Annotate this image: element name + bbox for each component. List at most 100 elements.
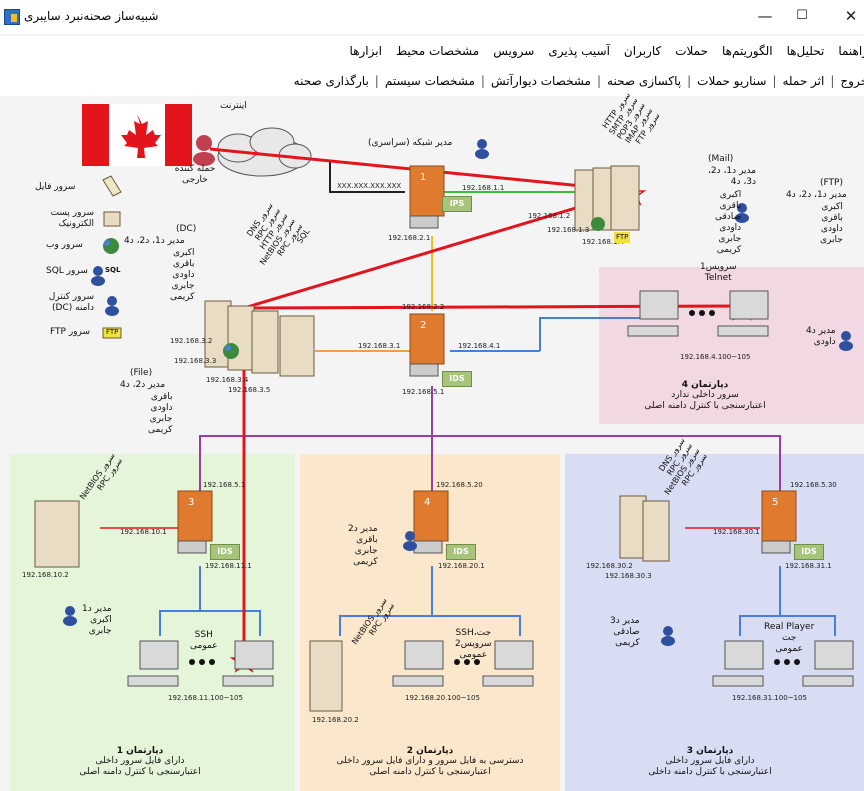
menu-main-item-3[interactable]: آسیب پذیری: [548, 44, 610, 58]
menu-main-item-1[interactable]: مشخصات محیط: [396, 44, 479, 58]
file-admins: مدیر د2، د4: [120, 380, 166, 390]
router5-ids-badge: IDS: [794, 544, 824, 560]
window-title: شبیه‌ساز صحنه‌نبرد سایبری: [24, 9, 159, 23]
external-ip: XXX.XXX.XXX.XXX: [337, 182, 402, 190]
menu-secondary-item-6[interactable]: خروج: [840, 74, 864, 88]
file-users: باقری داودی جابری کریمی: [148, 392, 173, 435]
dept2-ip-range: 192.168.20.100~105: [405, 694, 480, 702]
router2-ids-badge: IDS: [442, 371, 472, 387]
router2-number: 2: [420, 320, 427, 331]
router5-ip-bottom: 192.168.31.1: [785, 562, 832, 570]
dept3-desc2: اعتبارسنجی با کنترل دامنه داخلی: [648, 767, 772, 777]
dept2-desc1: دسترسی به فایل سرور و دارای فایل سرور دا…: [336, 756, 524, 766]
canada-flag: [82, 104, 192, 166]
dept4-admin: مدیر د4 داودی: [806, 326, 836, 347]
dept2-desc2: اعتبارسنجی با کنترل دامنه اصلی: [369, 767, 491, 777]
dept4-ip-range: 192.168.4.100~105: [680, 353, 751, 361]
menu-main-item-6[interactable]: الگوریتم‌ها: [722, 44, 773, 58]
menu-secondary-item-2[interactable]: مشخصات دیوارآتش: [491, 74, 591, 88]
mail-ftp-tag: FTP: [614, 232, 631, 243]
legend-file-server: سرور فایل: [35, 182, 76, 192]
router2-ip-top: 192.168.2.2: [402, 303, 445, 311]
router4-ip-top: 192.168.5.20: [436, 481, 483, 489]
menu-main-item-4[interactable]: کاربران: [624, 44, 661, 58]
dept1-client-service: SSH عمومی: [190, 630, 218, 651]
legend-mail-server: سرور پست الکترونیک: [50, 208, 94, 229]
ftp-admins: مدیر د1، د2، د4: [786, 190, 847, 200]
router1-ips-badge: IPS: [442, 196, 472, 212]
dept1-server-ip: 192.168.10.2: [22, 571, 69, 579]
legend-sql-tag: SQL: [105, 266, 121, 274]
router2-ip-bottom: 192.168.5.1: [402, 388, 445, 396]
ftp-title: (FTP): [820, 178, 843, 188]
mail-title: (Mail): [708, 154, 734, 164]
menu-separator: |: [374, 74, 379, 88]
dept2-caption: دپارتمان 2 دسترسی به فایل سرور و دارای ف…: [310, 746, 550, 778]
router4-number: 4: [424, 497, 431, 508]
router1-ip-right: 192.168.1.1: [462, 184, 505, 192]
router5-number: 5: [772, 497, 779, 508]
router3-ip-left: 192.168.10.1: [120, 528, 167, 536]
menu-main-item-2[interactable]: سرویس: [493, 44, 534, 58]
mail-ip-2: 192.168.1.3: [547, 226, 590, 234]
router3-ip-top: 192.168.5.1: [203, 481, 246, 489]
mail-admins: مدیر د1، د2، د3، د4: [708, 166, 757, 187]
dept1-desc2: اعتبارسنجی با کنترل دامنه اصلی: [79, 767, 201, 777]
network-admin-label: مدیر شبکه (سراسری): [368, 138, 453, 148]
router3-number: 3: [188, 497, 195, 508]
maximize-button[interactable]: ☐: [789, 6, 815, 26]
router2-ip-left: 192.168.3.1: [358, 342, 401, 350]
menu-separator: |: [596, 74, 602, 88]
router4-ids-badge: IDS: [446, 544, 476, 560]
menu-secondary-item-3[interactable]: پاکسازی صحنه: [607, 74, 681, 88]
router5-ip-top: 192.168.5.30: [790, 481, 837, 489]
dc-ip-2: 192.168.3.3: [174, 357, 217, 365]
close-button[interactable]: ✕: [838, 6, 864, 26]
menu-row-1: ابزارها مشخصات محیط سرویس آسیب پذیری کاربران…: [350, 36, 864, 66]
dept2-admin: مدیر د2 باقری جابری کریمی: [348, 524, 378, 567]
menu-row-2: بارگذاری صحنه | مشخصات سیستم | مشخصات دیوارآ…: [294, 66, 864, 96]
dept4-caption: دپارتمان 4 سرور داخلی ندارد اعتبارسنجی ب…: [620, 380, 790, 412]
menu-main-item-0[interactable]: ابزارها: [350, 44, 382, 58]
menu-secondary-item-1[interactable]: مشخصات سیستم: [385, 74, 475, 88]
dept1-desc1: دارای فایل سرور داخلی: [95, 756, 185, 766]
menu-bar-secondary: بارگذاری صحنه | مشخصات سیستم | مشخصات دیوارآ…: [0, 66, 864, 96]
menu-main-item-5[interactable]: حملات: [675, 44, 708, 58]
legend-ftp-server: سرور FTP: [50, 327, 91, 337]
router2-ip-right: 192.168.4.1: [458, 342, 501, 350]
app-icon: [4, 9, 20, 25]
legend-sql-server: سرور SQL: [46, 266, 88, 276]
dc-users: اکبری باقری داودی جابری کریمی: [170, 248, 195, 302]
dept1-admin: مدیر د1 اکبری جابری: [82, 604, 112, 636]
menu-secondary-item-0[interactable]: بارگذاری صحنه: [294, 74, 369, 88]
dept4-service: سرویس1 Telnet: [700, 262, 737, 283]
menu-secondary-item-4[interactable]: سناریو حملات: [697, 74, 766, 88]
legend-dc-server: سرور کنترل دامنه (DC): [48, 292, 94, 313]
ftp-users: اکبری باقری داودی جابری: [820, 202, 843, 245]
dept2-title: دپارتمان 2: [406, 746, 454, 756]
dept4-title: دپارتمان 4: [681, 380, 729, 390]
dc-ip-1: 192.168.3.2: [170, 337, 213, 345]
internet-label: اینترنت: [220, 101, 247, 111]
menu-separator: |: [830, 74, 835, 88]
file-title: (File): [130, 368, 153, 378]
dept3-server-ip-2: 192.168.30.3: [605, 572, 652, 580]
attacker-label: حمله کننده خارجی: [174, 164, 216, 185]
dept1-ip-range: 192.168.11.100~105: [168, 694, 243, 702]
dept3-title: دپارتمان 3: [686, 746, 734, 756]
dept3-ip-range: 192.168.31.100~105: [732, 694, 807, 702]
mail-ip-1: 192.168.1.2: [528, 212, 571, 220]
dept3-client-service: Real Player جت عمومی: [764, 622, 815, 654]
minimize-button[interactable]: —: [752, 6, 778, 26]
menu-secondary-item-5[interactable]: اثر حمله: [782, 74, 824, 88]
menu-separator: |: [480, 74, 485, 88]
menu-main-item-7[interactable]: تحلیل‌ها: [787, 44, 825, 58]
dept3-desc1: دارای فایل سرور داخلی: [665, 756, 755, 766]
menu-main-item-8[interactable]: راهنما: [838, 44, 864, 58]
dept2-server-ip: 192.168.20.2: [312, 716, 359, 724]
mail-users: اکبری باقری صادقی داودی جابری کریمی: [715, 190, 742, 255]
menu-bar-main: ابزارها مشخصات محیط سرویس آسیب پذیری کاربران…: [0, 36, 864, 66]
legend-ftp-tag: FTP: [106, 328, 119, 336]
network-diagram: سرور فایل سرور پست الکترونیک سرور وب سرو…: [0, 91, 864, 791]
title-bar: شبیه‌ساز صحنه‌نبرد سایبری — ☐ ✕: [0, 0, 864, 34]
